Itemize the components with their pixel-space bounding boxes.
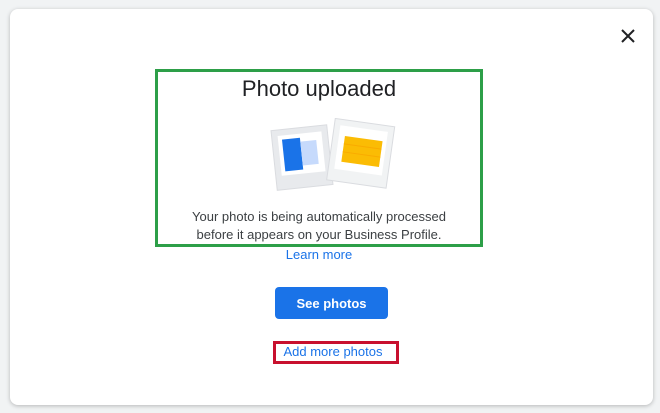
description-line-2: before it appears on your Business Profi… xyxy=(196,227,442,242)
learn-more-link[interactable]: Learn more xyxy=(155,247,483,262)
photo-uploaded-illustration xyxy=(270,118,396,191)
close-icon xyxy=(621,29,635,43)
description-line-1: Your photo is being automatically proces… xyxy=(192,209,446,224)
upload-description: Your photo is being automatically proces… xyxy=(155,208,483,244)
see-photos-button[interactable]: See photos xyxy=(275,287,388,319)
close-button[interactable] xyxy=(616,24,640,48)
add-more-photos-link[interactable]: Add more photos xyxy=(273,344,393,359)
dialog-title: Photo uploaded xyxy=(241,76,397,101)
